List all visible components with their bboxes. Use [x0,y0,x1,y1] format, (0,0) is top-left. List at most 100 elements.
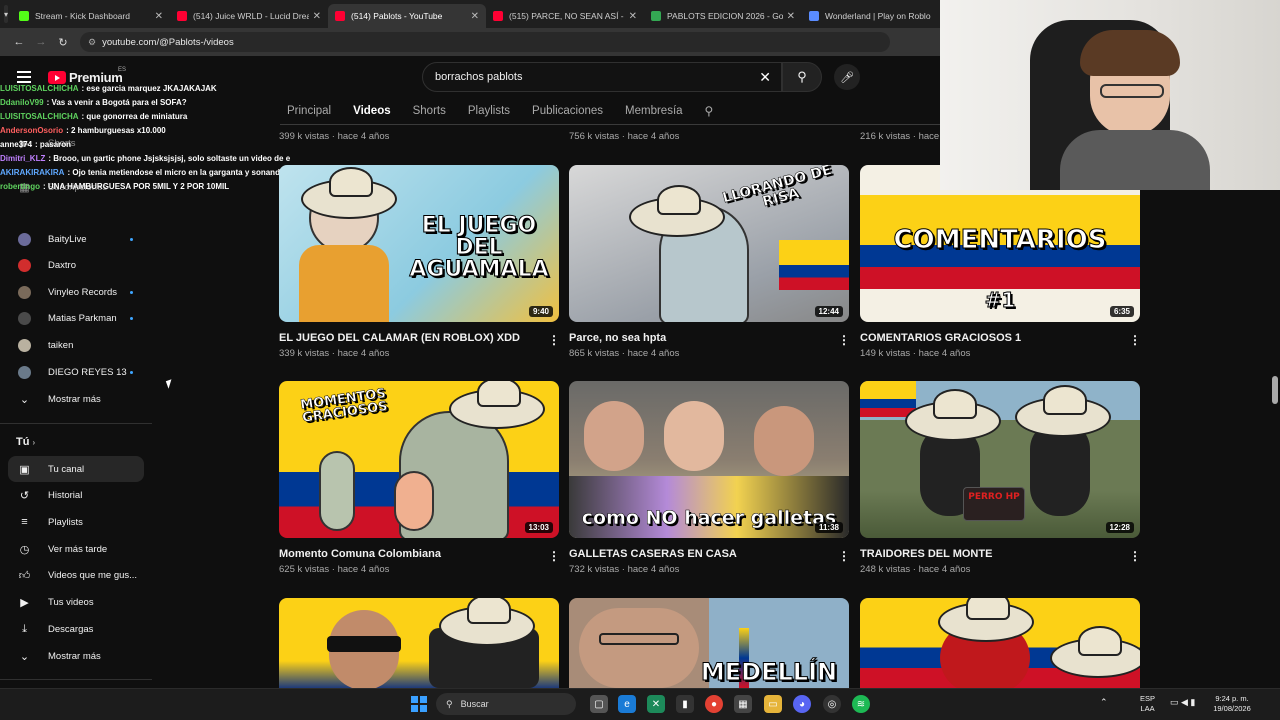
sombrero-hat [289,165,409,219]
video-thumbnail[interactable]: MOMENTOS GRACIOSOS 13:03 [279,381,559,538]
sidebar-item[interactable]: ↺ Historial [8,483,144,509]
search-icon: ⚲ [797,69,807,84]
close-tab-icon[interactable]: ✕ [787,11,795,22]
file-explorer-icon[interactable]: ▭ [764,695,782,713]
show-more-label: Mostrar más [48,393,101,405]
close-tab-icon[interactable]: ✕ [471,11,479,22]
browser-tab[interactable]: (514) Juice WRLD - Lucid Dream ✕ [170,4,328,28]
sidebar-item[interactable]: ⤓ Descargas [8,616,144,642]
taskbar-search[interactable]: ⚲ Buscar [436,693,576,715]
close-tab-icon[interactable]: ✕ [313,11,321,22]
tab-playlists[interactable]: Playlists [468,105,510,117]
tab-favicon-icon [809,11,820,21]
site-info-icon[interactable]: ⚙ [88,37,96,48]
capcut-icon[interactable]: ✕ [647,695,665,713]
search-input[interactable]: borrachos pablots ✕ [422,62,782,92]
more-options-icon[interactable]: ⋮ [548,333,560,347]
sidebar-item[interactable]: ≡ Playlists [8,509,144,535]
video-title[interactable]: TRAIDORES DEL MONTE [860,548,992,560]
sidebar-item-label: Tu canal [48,463,85,475]
sidebar-item[interactable]: ◷ Ver más tarde [8,536,144,562]
clear-search-icon[interactable]: ✕ [759,69,771,86]
video-title[interactable]: COMENTARIOS GRACIOSOS 1 [860,332,1021,344]
sidebar-subscription[interactable]: Daxtro [8,253,144,279]
channel-avatar [18,285,31,299]
more-options-icon[interactable]: ⋮ [548,549,560,563]
video-thumbnail[interactable]: como NO hacer galletas 11:38 [569,381,849,538]
tray-chevron-icon[interactable]: ⌃ [1100,697,1108,707]
video-thumbnail[interactable] [860,598,1140,688]
tab-search-icon[interactable]: ▾ [4,5,9,23]
sidebar-subscription[interactable]: Matias Parkman [8,306,144,332]
browser-tab[interactable]: PABLOTS EDICION 2026 - Goog ✕ [644,4,802,28]
video-thumbnail[interactable] [279,598,559,688]
back-icon[interactable]: ← [8,36,30,48]
browser-toolbar: ← → ↻ ⚙ youtube.com/@Pablots-/videos [0,28,940,56]
channel-search-icon[interactable]: ⚲ [705,104,714,118]
reload-icon[interactable]: ↻ [52,36,74,49]
show-more-subscriptions[interactable]: ⌄ Mostrar más [8,386,144,412]
keyboard-language[interactable]: ESP LAA [1140,694,1155,714]
sidebar-item[interactable]: ▣ Tu canal [8,456,144,482]
video-title[interactable]: Momento Comuna Colombiana [279,548,441,560]
you-label: Tú [16,436,30,448]
close-tab-icon[interactable]: ✕ [629,11,637,22]
video-thumbnail[interactable]: PERRO HP 12:28 [860,381,1140,538]
sidebar-item-label: Vinyleo Records [48,286,118,298]
browser-tab[interactable]: (515) PARCE, NO SEAN ASÍ - Yo ✕ [486,4,644,28]
more-options-icon[interactable]: ⋮ [838,333,850,347]
tab-favicon-icon [19,11,30,21]
tab-videos[interactable]: Videos [353,105,391,117]
browser-tab[interactable]: Wonderland | Play on Roblo✕ [802,4,960,28]
windows-start-icon[interactable] [411,696,427,712]
tab-publicaciones[interactable]: Publicaciones [532,105,603,117]
sidebar-item[interactable]: 👍︎ Videos que me gus... [8,563,144,589]
sidebar-subscription[interactable]: taiken [8,332,144,358]
streamer-glasses [1100,84,1164,98]
more-options-icon[interactable]: ⋮ [1129,333,1141,347]
chevron-down-icon: ⌄ [19,650,30,663]
video-thumbnail[interactable]: MEDELLÍN [569,598,849,688]
scrollbar-thumb[interactable] [1272,376,1278,404]
sidebar-subscription[interactable]: BaityLive [8,226,144,252]
forward-icon[interactable]: → [30,36,52,48]
you-section-header[interactable]: Tú › [16,436,35,448]
tab-shorts[interactable]: Shorts [413,105,446,117]
search-button[interactable]: ⚲ [782,62,822,92]
obs-icon[interactable]: ◎ [823,695,841,713]
browser-tab[interactable]: (514) Pablots - YouTube ✕ [328,4,487,28]
thumbnail-caption: LLORANDO DE RISA [720,165,834,211]
store-icon[interactable]: ▦ [734,695,752,713]
search-icon: ⚲ [446,698,453,709]
tab-membresia[interactable]: Membresía [625,105,683,117]
more-options-icon[interactable]: ⋮ [1129,549,1141,563]
spotify-icon[interactable]: ≋ [852,695,870,713]
sidebar-subscription[interactable]: Vinyleo Records [8,279,144,305]
browser-tab[interactable]: Stream - Kick Dashboard ✕ [12,4,170,28]
voice-search-button[interactable]: 🎤︎ [834,64,860,90]
video-thumbnail[interactable]: LLORANDO DE RISA 12:44 [569,165,849,322]
network-volume-icons[interactable]: ▭ ◀︎ ▮ [1170,697,1195,707]
chrome-icon[interactable]: ● [705,695,723,713]
task-view-icon[interactable]: ▢ [590,695,608,713]
video-title[interactable]: GALLETAS CASERAS EN CASA [569,548,737,560]
clock-icon: ◷ [19,543,30,556]
chat-message: anne374: pasaron [0,138,290,152]
close-tab-icon[interactable]: ✕ [155,11,163,22]
video-title[interactable]: EL JUEGO DEL CALAMAR (EN ROBLOX) XDD [279,332,520,344]
sidebar-item[interactable]: ▶ Tus videos [8,590,144,616]
edge-icon[interactable]: e [618,695,636,713]
sidebar-subscription[interactable]: DIEGO REYES 13 [8,359,144,385]
more-options-icon[interactable]: ⋮ [838,549,850,563]
discord-icon[interactable]: ◕ [793,695,811,713]
show-more-you[interactable]: ⌄ Mostrar más [8,643,144,669]
chat-message: AndersonOsorio: 2 hamburguesas x10.000 [0,124,290,138]
tab-principal[interactable]: Principal [287,105,331,117]
stats-icon[interactable]: ▮ [676,695,694,713]
video-title[interactable]: Parce, no sea hpta [569,332,666,344]
address-bar[interactable]: ⚙ youtube.com/@Pablots-/videos [80,32,890,52]
video-thumbnail[interactable]: EL JUEGO DEL AGUAMALA 9:40 [279,165,559,322]
clock[interactable]: 9:24 p. m. 19/08/2026 [1206,694,1258,714]
video-meta: 732 k vistas · hace 4 años [569,564,680,575]
character-small [319,451,355,531]
